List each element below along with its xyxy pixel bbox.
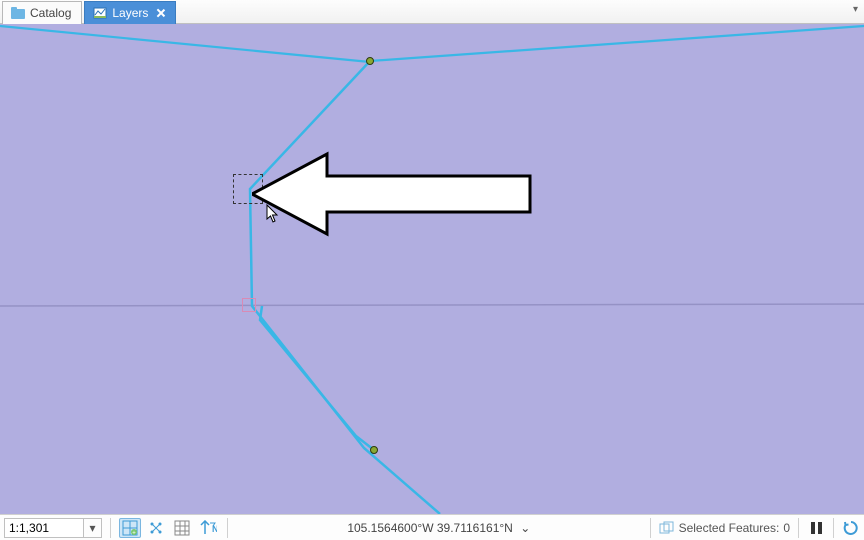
tab-layers[interactable]: Layers <box>84 1 176 24</box>
separator <box>227 518 228 538</box>
layers-icon <box>93 6 107 20</box>
horizon-line <box>0 304 864 306</box>
polyline-main <box>250 61 440 514</box>
snap-marker <box>242 298 256 312</box>
chevron-down-icon[interactable]: ▾ <box>83 519 101 537</box>
annotation-arrow-icon <box>252 149 532 242</box>
selected-features-label: Selected Features: <box>679 521 780 535</box>
grid-button[interactable] <box>171 518 193 538</box>
refresh-button[interactable] <box>842 519 860 537</box>
separator <box>798 518 799 538</box>
separator <box>110 518 111 538</box>
separator <box>833 518 834 538</box>
refresh-icon <box>843 520 859 536</box>
svg-text:+: + <box>132 530 136 536</box>
tab-catalog[interactable]: Catalog <box>2 1 82 24</box>
tab-catalog-label: Catalog <box>30 6 71 20</box>
snapping-grid-button[interactable]: + <box>119 518 141 538</box>
dynamic-constraints-button[interactable]: N <box>197 518 219 538</box>
polyline-offset <box>260 306 374 450</box>
separator <box>650 518 651 538</box>
pause-icon <box>811 522 822 534</box>
polyline-segment <box>0 26 370 62</box>
vertex-node[interactable] <box>370 446 378 454</box>
map-canvas[interactable] <box>0 24 864 514</box>
catalog-icon <box>11 6 25 20</box>
selected-features-count: 0 <box>783 521 790 535</box>
chevron-down-icon[interactable]: ⌄ <box>520 521 530 535</box>
polyline-segment <box>370 26 864 61</box>
selected-features-button[interactable]: Selected Features: 0 <box>659 521 790 535</box>
status-bar: ▾ + N <box>0 514 864 540</box>
pause-button[interactable] <box>807 519 825 537</box>
close-icon[interactable] <box>157 9 165 17</box>
selection-icon <box>659 521 675 535</box>
tab-menu-dropdown[interactable]: ▾ <box>853 4 858 15</box>
scale-input[interactable] <box>5 519 83 537</box>
snapping-options-button[interactable] <box>145 518 167 538</box>
tab-layers-label: Layers <box>112 6 148 20</box>
coordinates-readout: 105.1564600°W 39.7116161°N ⌄ <box>347 521 530 535</box>
view-tabs: Catalog Layers ▾ <box>0 0 864 24</box>
vertex-node[interactable] <box>366 57 374 65</box>
scale-selector[interactable]: ▾ <box>4 518 102 538</box>
